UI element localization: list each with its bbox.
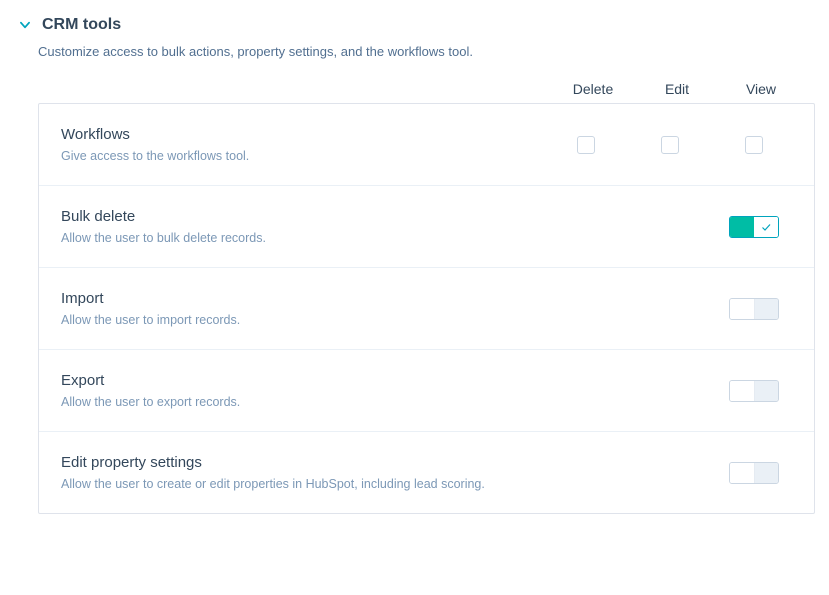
chevron-down-icon [18, 18, 32, 32]
table-row: Bulk delete Allow the user to bulk delete… [39, 186, 814, 268]
import-toggle[interactable] [729, 298, 779, 320]
row-controls [544, 298, 796, 320]
row-controls [544, 462, 796, 484]
edit-property-settings-toggle[interactable] [729, 462, 779, 484]
row-description: Allow the user to export records. [61, 395, 544, 409]
row-title: Import [61, 290, 544, 307]
row-title: Bulk delete [61, 208, 544, 225]
row-controls [544, 136, 796, 154]
row-text: Workflows Give access to the workflows to… [61, 126, 544, 163]
row-text: Import Allow the user to import records. [61, 290, 544, 327]
row-description: Allow the user to bulk delete records. [61, 231, 544, 245]
col-view: View [719, 81, 803, 97]
row-text: Export Allow the user to export records. [61, 372, 544, 409]
row-description: Give access to the workflows tool. [61, 149, 544, 163]
row-title: Workflows [61, 126, 544, 143]
permissions-table: Workflows Give access to the workflows to… [38, 103, 815, 514]
section-header[interactable]: CRM tools [14, 16, 815, 34]
row-description: Allow the user to import records. [61, 313, 544, 327]
row-controls [544, 216, 796, 238]
workflows-delete-checkbox[interactable] [577, 136, 595, 154]
row-controls [544, 380, 796, 402]
column-headers: Delete Edit View [38, 81, 815, 97]
workflows-edit-checkbox[interactable] [661, 136, 679, 154]
check-icon [760, 221, 772, 233]
col-delete: Delete [551, 81, 635, 97]
bulk-delete-toggle[interactable] [729, 216, 779, 238]
col-edit: Edit [635, 81, 719, 97]
workflows-view-checkbox[interactable] [745, 136, 763, 154]
row-description: Allow the user to create or edit propert… [61, 477, 544, 491]
row-title: Edit property settings [61, 454, 544, 471]
row-title: Export [61, 372, 544, 389]
export-toggle[interactable] [729, 380, 779, 402]
table-row: Edit property settings Allow the user to … [39, 432, 814, 513]
row-text: Edit property settings Allow the user to … [61, 454, 544, 491]
section-description: Customize access to bulk actions, proper… [38, 44, 815, 59]
table-row: Import Allow the user to import records. [39, 268, 814, 350]
section-title: CRM tools [42, 16, 121, 34]
table-row: Workflows Give access to the workflows to… [39, 104, 814, 186]
table-row: Export Allow the user to export records. [39, 350, 814, 432]
row-text: Bulk delete Allow the user to bulk delete… [61, 208, 544, 245]
